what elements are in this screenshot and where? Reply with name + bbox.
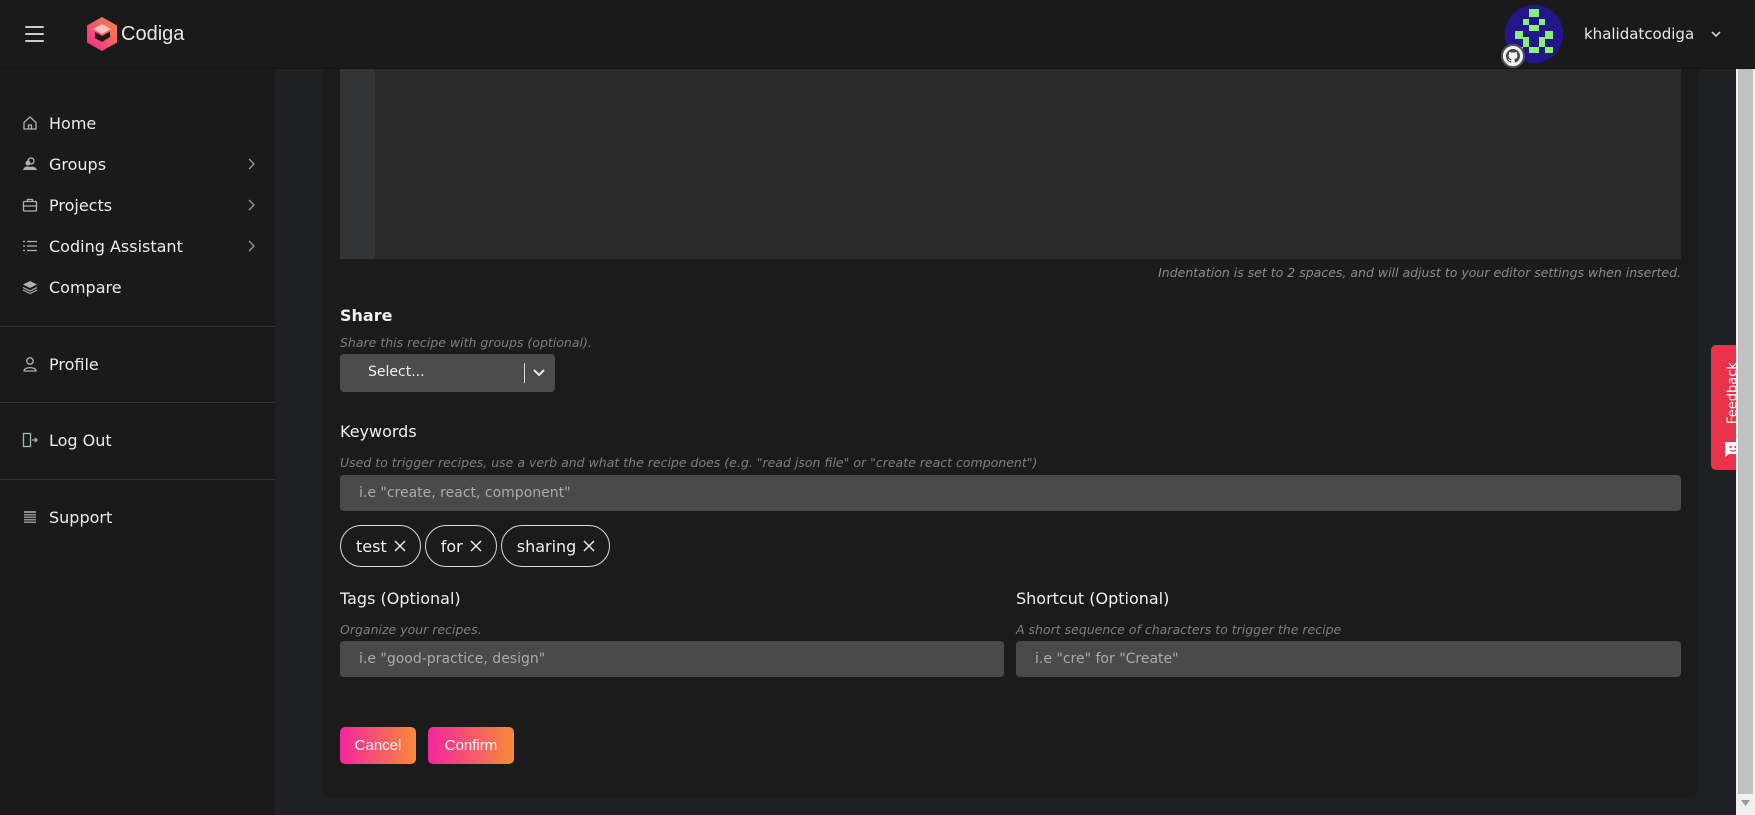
hamburger-menu-button[interactable]: [25, 26, 44, 42]
chevron-down-icon[interactable]: [532, 367, 546, 379]
sidebar-item-label: Projects: [49, 195, 113, 215]
share-help: Share this recipe with groups (optional)…: [340, 335, 592, 350]
select-separator: [524, 363, 525, 383]
cancel-button[interactable]: Cancel: [340, 727, 416, 764]
close-icon[interactable]: [470, 540, 482, 552]
shortcut-title: Shortcut (Optional): [1016, 589, 1170, 608]
top-bar: Codiga khalidatcodiga: [0, 0, 1755, 69]
logout-icon: [22, 432, 38, 448]
keyword-chip[interactable]: for: [424, 525, 497, 567]
layers-icon: [22, 279, 38, 295]
support-icon: [22, 509, 38, 525]
chip-label: sharing: [516, 536, 577, 556]
sidebar-item-groups[interactable]: Groups: [0, 147, 275, 181]
keyword-chip[interactable]: sharing: [500, 525, 611, 567]
sidebar-divider: [0, 326, 275, 327]
hamburger-icon-line: [25, 26, 44, 28]
sidebar-item-compare[interactable]: Compare: [0, 270, 275, 304]
shortcut-input[interactable]: [1016, 641, 1681, 677]
list-icon: [22, 238, 38, 254]
scroll-down-arrow-icon[interactable]: [1741, 800, 1750, 807]
confirm-button[interactable]: Confirm: [428, 727, 514, 764]
keywords-title: Keywords: [340, 422, 417, 441]
keyword-chip[interactable]: test: [340, 525, 421, 567]
chip-label: test: [356, 536, 387, 556]
keyword-chips: test for sharing: [340, 525, 611, 567]
close-icon[interactable]: [394, 540, 406, 552]
sidebar-item-label: Profile: [49, 354, 99, 374]
hamburger-icon-line: [25, 40, 44, 42]
sidebar-item-label: Coding Assistant: [49, 236, 183, 256]
scrollbar-thumb[interactable]: [1738, 69, 1753, 794]
sidebar-item-label: Home: [49, 113, 97, 133]
share-groups-select[interactable]: Select...: [340, 354, 555, 392]
username[interactable]: khalidatcodiga: [1584, 25, 1694, 43]
briefcase-icon: [22, 197, 38, 213]
select-value: Select...: [368, 364, 425, 380]
sidebar-item-coding-assistant[interactable]: Coding Assistant: [0, 229, 275, 263]
editor-line-gutter: [340, 69, 375, 259]
sidebar-item-projects[interactable]: Projects: [0, 188, 275, 222]
chevron-right-icon: [248, 158, 255, 170]
share-title: Share: [340, 306, 393, 325]
content-gutter: [275, 69, 323, 815]
sidebar-item-label: Groups: [49, 154, 107, 174]
chevron-right-icon: [248, 199, 255, 211]
logo[interactable]: Codiga: [86, 16, 184, 52]
tags-title: Tags (Optional): [340, 589, 461, 608]
sidebar-item-label: Support: [49, 507, 113, 527]
sidebar-item-label: Log Out: [49, 430, 112, 450]
chip-label: for: [440, 536, 463, 556]
groups-icon: [22, 156, 38, 172]
home-icon: [22, 115, 38, 131]
sidebar-divider: [0, 479, 275, 480]
shortcut-help: A short sequence of characters to trigge…: [1016, 622, 1342, 637]
github-badge: [1501, 44, 1525, 68]
chevron-right-icon: [248, 240, 255, 252]
sidebar-item-label: Compare: [49, 277, 122, 297]
keywords-help: Used to trigger recipes, use a verb and …: [340, 455, 1038, 470]
sidebar-item-profile[interactable]: Profile: [0, 347, 275, 381]
user-menu[interactable]: khalidatcodiga: [1505, 4, 1722, 64]
indentation-hint: Indentation is set to 2 spaces, and will…: [1158, 265, 1681, 280]
tags-input[interactable]: [340, 641, 1004, 677]
close-icon[interactable]: [583, 540, 595, 552]
brand-name: Codiga: [121, 22, 185, 45]
sidebar: Home Groups Projects Coding Assistant Co…: [0, 69, 275, 815]
sidebar-item-home[interactable]: Home: [0, 106, 275, 140]
sidebar-item-log-out[interactable]: Log Out: [0, 423, 275, 457]
user-icon: [22, 356, 38, 372]
hamburger-icon-line: [25, 33, 44, 35]
sidebar-item-support[interactable]: Support: [0, 500, 275, 534]
codiga-logo-icon: [87, 17, 117, 51]
tags-help: Organize your recipes.: [340, 622, 482, 637]
sidebar-divider: [0, 402, 275, 403]
github-icon: [1506, 49, 1520, 63]
chevron-down-icon[interactable]: [1710, 28, 1722, 40]
keywords-input[interactable]: [340, 475, 1681, 511]
code-editor[interactable]: [340, 69, 1681, 259]
